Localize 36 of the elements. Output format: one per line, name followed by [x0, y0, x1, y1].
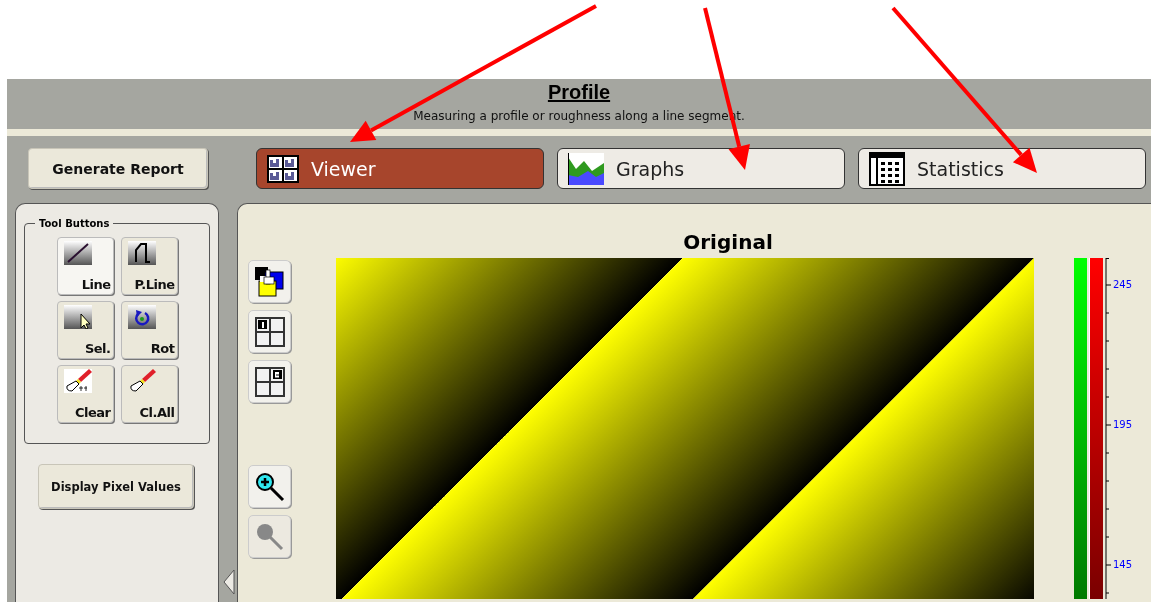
rotate-icon: [127, 305, 156, 329]
eraser-icon: [63, 369, 92, 393]
quadrant-icon: [254, 366, 285, 397]
quadrant-icon: [254, 316, 285, 347]
tool-button[interactable]: Cl.All: [120, 365, 178, 423]
overlay-icon: [253, 265, 286, 298]
view-button[interactable]: [248, 360, 291, 403]
image-title: Original: [682, 230, 774, 254]
tab[interactable]: Graphs: [557, 148, 845, 189]
generate-report-button[interactable]: Generate Report: [28, 148, 208, 189]
page-title: Profile: [547, 80, 611, 104]
pointer-icon: [63, 305, 92, 329]
tool-button[interactable]: Line: [56, 237, 114, 295]
view-button[interactable]: [248, 260, 291, 303]
area-chart-icon: [568, 152, 604, 185]
view-button[interactable]: [248, 310, 291, 353]
line-tool-icon: [63, 241, 92, 265]
eraser-icon: [127, 369, 156, 393]
table-icon: [869, 151, 905, 186]
collapse-icon[interactable]: [223, 569, 235, 595]
tool-button[interactable]: Sel.: [56, 301, 114, 359]
magnifier-icon: [254, 521, 285, 552]
tool-button[interactable]: P.Line: [120, 237, 178, 295]
group-title: Tool Buttons: [38, 218, 111, 229]
zoom-in-icon: [254, 471, 285, 502]
tool-button[interactable]: Clear: [56, 365, 114, 423]
axis-label: 245: [1113, 278, 1133, 292]
view-button[interactable]: [248, 465, 291, 508]
display-pixel-values-button[interactable]: Display Pixel Values: [38, 464, 194, 509]
axis-label: 195: [1113, 418, 1133, 432]
grid-chart-icon: [267, 154, 299, 183]
tab[interactable]: Viewer: [256, 148, 544, 189]
tool-button[interactable]: Rot: [120, 301, 178, 359]
axis-label: 145: [1113, 558, 1133, 572]
polyline-tool-icon: [127, 241, 156, 265]
tab[interactable]: Statistics: [858, 148, 1146, 189]
